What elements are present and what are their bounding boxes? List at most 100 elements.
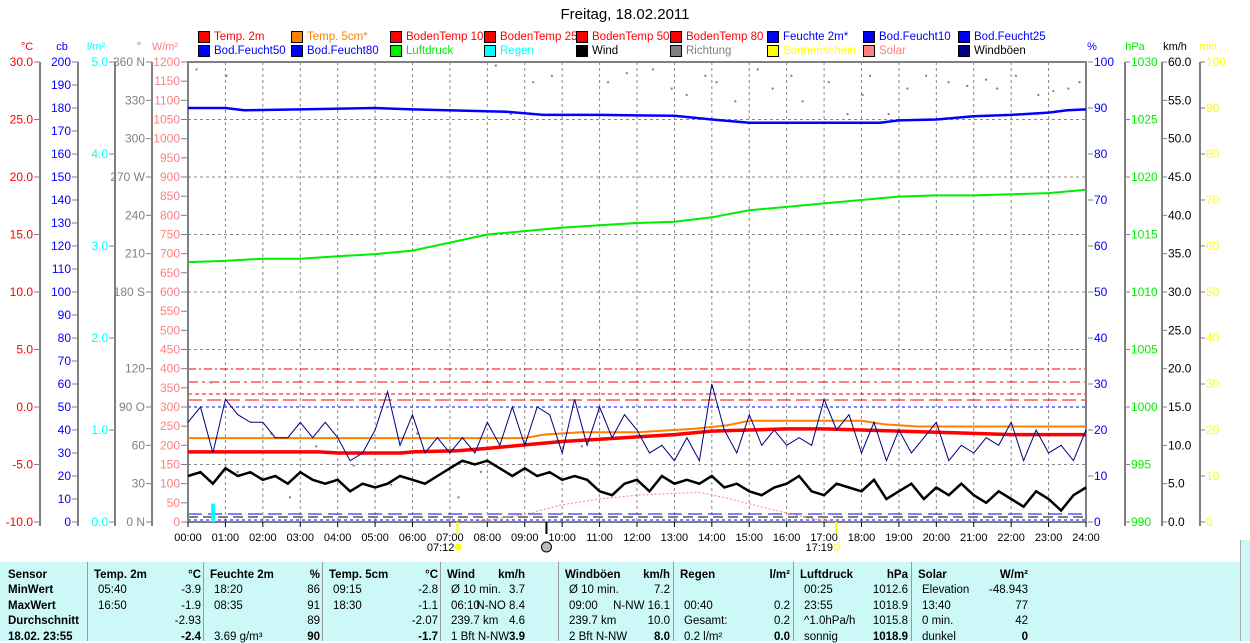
column-divider xyxy=(793,562,794,641)
series-wind xyxy=(187,459,1087,513)
x-tick-label: 06:00 xyxy=(399,532,427,544)
row-label: MinWert xyxy=(8,584,54,596)
x-tick-label: 18:00 xyxy=(848,532,876,544)
column-unit: l/m² xyxy=(769,569,790,581)
column-divider xyxy=(322,562,323,641)
axis-tick-label: 180 xyxy=(51,101,71,115)
axis-unit-hum: % xyxy=(1087,41,1097,53)
direction-point xyxy=(479,470,482,473)
axis-tick-label: 330 xyxy=(125,93,145,107)
direction-point xyxy=(996,87,999,90)
direction-point xyxy=(236,470,239,473)
x-tick-label: 08:00 xyxy=(474,532,502,544)
x-tick-label: 15:00 xyxy=(735,532,763,544)
axis-tick-label: 100 xyxy=(1206,55,1226,69)
axis-tick-label: 30 xyxy=(1206,377,1220,391)
column-unit: W/m² xyxy=(999,569,1028,581)
x-tick-label: 05:00 xyxy=(361,532,389,544)
axis-tick-label: 60 xyxy=(58,377,72,391)
cell-value: 7.2 xyxy=(654,584,670,596)
cell-value: 91 xyxy=(307,599,320,612)
axis-tick-label: 995 xyxy=(1131,458,1151,472)
axis-tick-label: 5.0 xyxy=(91,55,108,69)
axis-tick-label: 600 xyxy=(160,285,180,299)
axis-tick-label: 40 xyxy=(58,423,72,437)
cell-label: 08:35 xyxy=(214,599,243,612)
axis-tick-label: 50 xyxy=(1094,285,1108,299)
axis-tick-label: 80 xyxy=(1206,147,1220,161)
axis-tick-label: 250 xyxy=(160,419,180,433)
sunset-icon xyxy=(833,543,841,551)
cell-label: 09:00 xyxy=(569,599,598,612)
axis-tick-label: 400 xyxy=(160,362,180,376)
direction-point xyxy=(580,445,583,448)
axis-tick-label: 90 xyxy=(58,308,72,322)
x-tick-label: 13:00 xyxy=(661,532,689,544)
cell-value: 3.7 xyxy=(509,584,525,596)
axis-tick-label: 1100 xyxy=(154,93,180,107)
x-tick-label: 11:00 xyxy=(586,532,613,544)
stats-table: Sensor MinWert MaxWert Durchschnitt 18.02. 2… xyxy=(0,562,1240,643)
axis-tick-label: 0 xyxy=(64,515,71,529)
axis-unit-min: min xyxy=(1199,41,1217,53)
column-unit: km/h xyxy=(643,569,670,581)
axis-tick-label: 240 xyxy=(125,208,145,222)
direction-point xyxy=(771,87,774,90)
direction-point xyxy=(715,81,718,84)
cell-label: 16:50 xyxy=(98,599,127,612)
direction-point xyxy=(868,74,871,77)
axis-tick-label: 160 xyxy=(51,147,71,161)
axis-tick-label: 800 xyxy=(160,208,180,222)
axis-tick-label: 55.0 xyxy=(1168,93,1192,107)
axis-tick-label: 90 xyxy=(1206,101,1220,115)
cell-value: 86 xyxy=(307,584,320,596)
column-header: Windböen xyxy=(565,569,621,581)
cell-value: 77 xyxy=(1015,599,1028,612)
axis-tick-label: 150 xyxy=(160,458,180,472)
axis-tick-label: 40.0 xyxy=(1168,208,1192,222)
direction-point xyxy=(390,483,393,486)
axis-tick-label: 100 xyxy=(1094,55,1114,69)
axis-tick-label: 50 xyxy=(167,496,181,510)
column-divider xyxy=(440,562,441,641)
axis-unit-kmh: km/h xyxy=(1163,41,1187,53)
axis-tick-label: 50.0 xyxy=(1168,132,1192,146)
axis-tick-label: 170 xyxy=(51,124,71,138)
axis-tick-label: 40 xyxy=(1094,331,1108,345)
direction-point xyxy=(801,100,804,103)
axis-tick-label: 120 xyxy=(125,362,145,376)
axis-tick-label: 0 N xyxy=(126,515,145,529)
column-unit: km/h xyxy=(498,569,525,581)
direction-point xyxy=(827,81,830,84)
axis-tick-label: 20 xyxy=(1094,423,1108,437)
cell-label: 18:30 xyxy=(333,599,362,612)
direction-point xyxy=(685,93,688,96)
axis-tick-label: 1000 xyxy=(1131,400,1158,414)
axis-tick-label: 950 xyxy=(160,151,180,165)
cell-label: 18:20 xyxy=(214,584,243,596)
direction-point xyxy=(906,87,909,90)
x-tick-label: 04:00 xyxy=(324,532,352,544)
direction-point xyxy=(607,81,610,84)
cell-label: Elevation xyxy=(922,584,970,596)
cell-label: 239.7 km xyxy=(569,615,617,627)
cell-value: -3.9 xyxy=(181,584,201,596)
direction-point xyxy=(210,381,213,384)
column-header: Sensor xyxy=(8,569,47,581)
cell-label: ^1.0hPa/h xyxy=(804,615,856,627)
x-tick-label: 23:00 xyxy=(1035,532,1063,544)
sun-icon xyxy=(454,543,462,551)
axis-tick-label: 10.0 xyxy=(10,285,34,299)
cell-value: 42 xyxy=(1015,615,1028,627)
axis-tick-label: 1200 xyxy=(153,55,180,69)
axis-tick-label: 450 xyxy=(160,343,180,357)
axis-tick-label: 200 xyxy=(51,55,71,69)
axis-tick-label: 60 xyxy=(1094,239,1108,253)
axis-tick-label: 20 xyxy=(58,469,72,483)
x-tick-label: 09:00 xyxy=(511,532,539,544)
scrollbar[interactable] xyxy=(1240,540,1250,641)
direction-point xyxy=(966,85,969,87)
direction-point xyxy=(984,78,987,81)
row-label: Durchschnitt xyxy=(8,615,79,627)
axis-tick-label: 3.0 xyxy=(91,239,108,253)
